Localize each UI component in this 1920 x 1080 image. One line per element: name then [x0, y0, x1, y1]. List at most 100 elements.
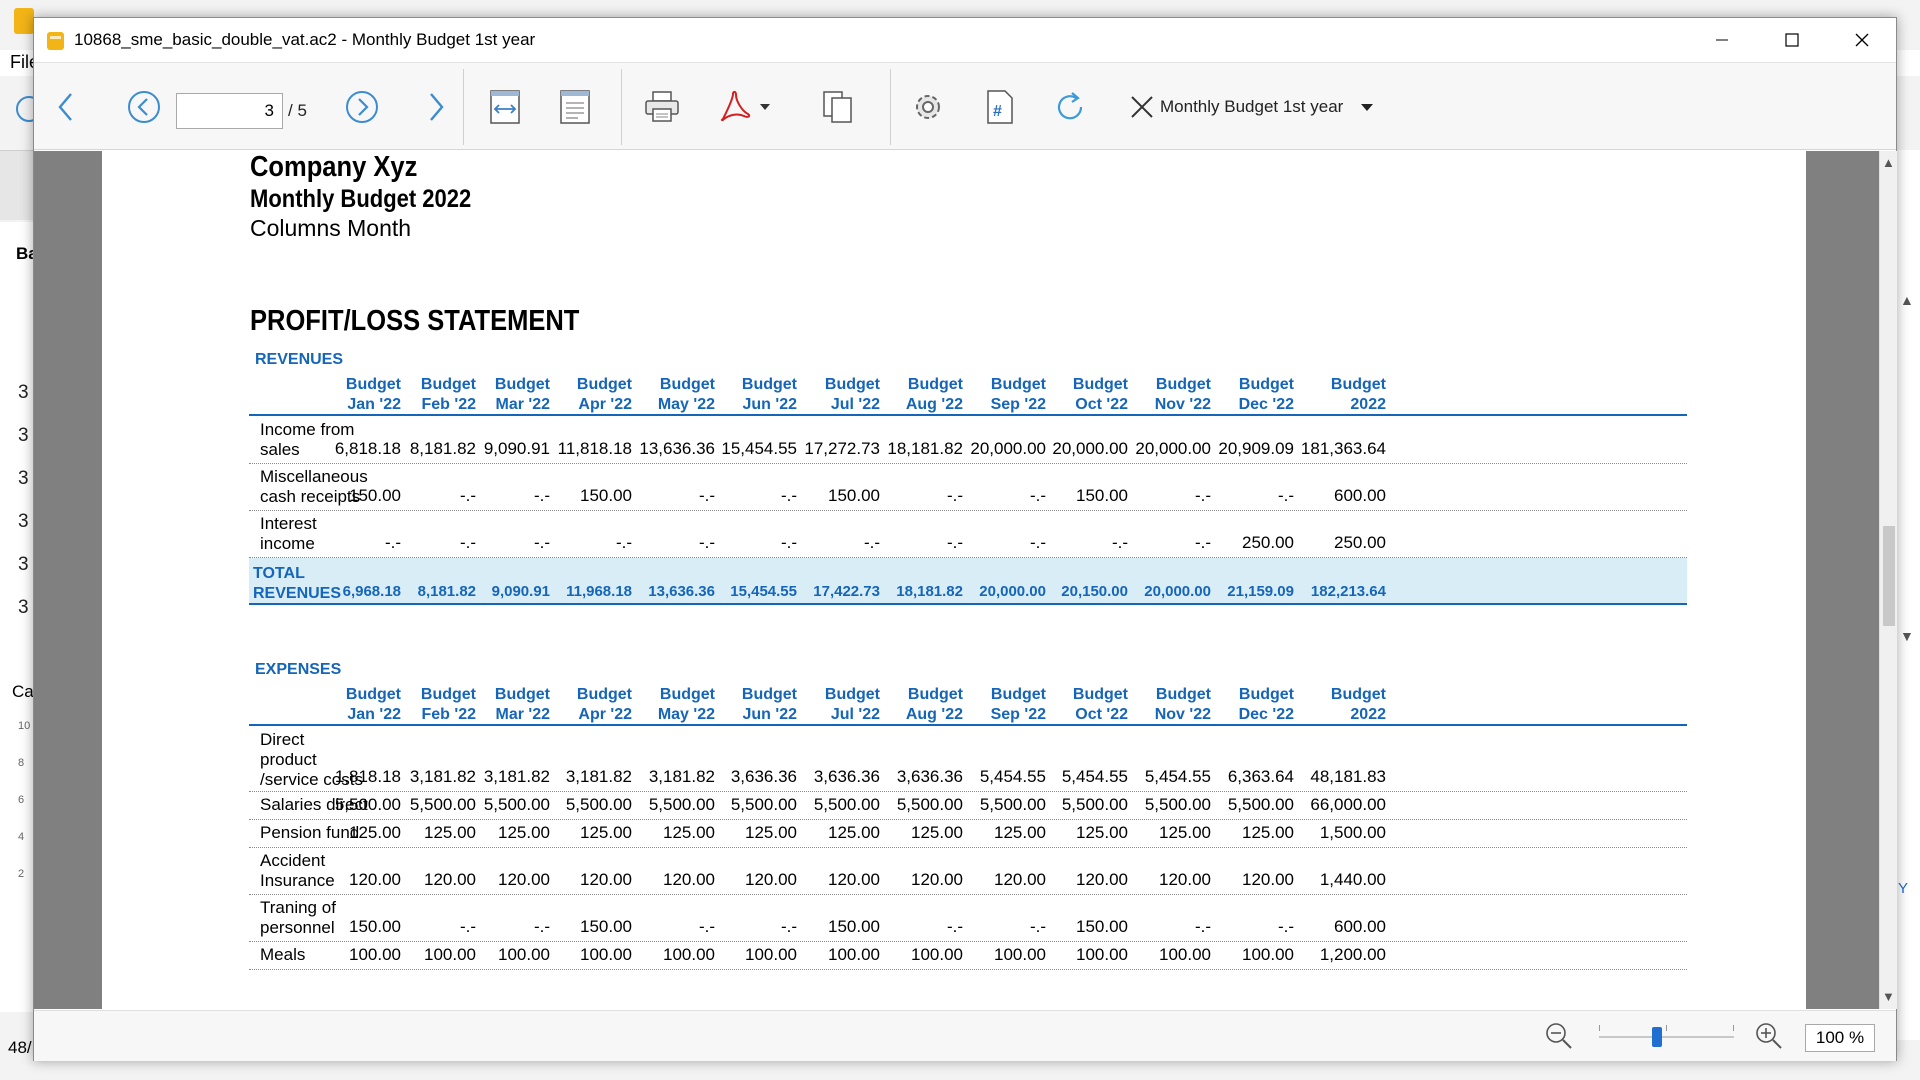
- copy-button[interactable]: [810, 79, 866, 135]
- column-header: Budget Oct '22: [1042, 375, 1128, 415]
- window-title: 10868_sme_basic_double_vat.ac2 - Monthly…: [74, 30, 536, 49]
- row-label-line: Income from: [260, 420, 355, 439]
- column-header-line: Dec '22: [1238, 706, 1294, 723]
- column-header-line: Budget: [1155, 376, 1211, 393]
- column-header: Budget Dec '22: [1208, 375, 1294, 415]
- row-label-line: Traning of: [260, 898, 336, 917]
- minimize-icon: [1716, 39, 1728, 41]
- section-label-revenues: REVENUES: [255, 351, 344, 368]
- zoom-out-button[interactable]: [1544, 1021, 1574, 1056]
- row-label-line: Direct: [260, 730, 305, 749]
- column-header: Budget Sep '22: [960, 685, 1046, 725]
- column-header-line: Mar '22: [495, 396, 551, 413]
- value-cell: 66,000.00: [1310, 795, 1386, 814]
- last-page-button[interactable]: [414, 79, 458, 135]
- maximize-button[interactable]: [1756, 18, 1828, 62]
- column-header: Budget May '22: [629, 375, 715, 415]
- column-header-line: Sep '22: [990, 706, 1046, 723]
- background-row-number: 3: [18, 511, 29, 532]
- background-chart-tick: 4: [18, 831, 25, 843]
- value-cell: 600.00: [1334, 917, 1386, 936]
- column-header-line: Apr '22: [578, 706, 632, 723]
- report-subtitle: Columns Month: [250, 215, 412, 241]
- minimize-button[interactable]: [1686, 18, 1758, 62]
- fit-width-button[interactable]: [480, 79, 530, 135]
- column-header-line: Budget: [1072, 376, 1128, 393]
- column-header: Budget Jun '22: [711, 375, 797, 415]
- background-row-number: 3: [18, 468, 29, 489]
- row-label-line: Interest: [260, 514, 317, 533]
- zoom-value-input[interactable]: 100 %: [1805, 1024, 1875, 1052]
- row-divider: [249, 510, 1687, 511]
- column-header: Budget Nov '22: [1125, 685, 1211, 725]
- fit-page-button[interactable]: [550, 79, 600, 135]
- column-header: Budget Nov '22: [1125, 375, 1211, 415]
- chevron-down-icon: [1361, 103, 1374, 111]
- column-header-line: Budget: [1155, 686, 1211, 703]
- preview-toolbar: 3 / 5 # Monthly Budget 1st year: [34, 62, 1896, 150]
- background-status-text: 48/: [8, 1038, 32, 1057]
- next-page-button[interactable]: [334, 79, 390, 135]
- total-value-cell: 182,213.64: [1310, 583, 1386, 600]
- circle-left-icon: [128, 91, 160, 123]
- report-select-value: Monthly Budget 1st year: [1160, 97, 1344, 116]
- first-page-button[interactable]: [44, 79, 88, 135]
- zoom-slider-thumb[interactable]: [1651, 1027, 1662, 1047]
- refresh-button[interactable]: [1042, 79, 1098, 135]
- company-name: Company Xyz: [250, 151, 418, 183]
- column-header-line: Budget: [494, 686, 550, 703]
- column-header-line: Jun '22: [742, 396, 798, 413]
- page-total: / 5: [288, 101, 307, 120]
- background-panel-label-2: Ca: [12, 682, 34, 701]
- column-header: Budget Aug '22: [877, 685, 963, 725]
- document-viewport[interactable]: Company Xyz Monthly Budget 2022 Columns …: [34, 151, 1879, 1009]
- column-header: Budget 2022: [1300, 685, 1386, 725]
- vertical-scrollbar[interactable]: ▲ ▼: [1879, 151, 1897, 1009]
- value-cell: 1,200.00: [1319, 945, 1386, 964]
- scroll-down-icon[interactable]: ▼: [1882, 989, 1895, 1004]
- statement-title: PROFIT/LOSS STATEMENT: [250, 305, 580, 337]
- copy-pages-icon: [823, 91, 852, 123]
- value-cell: 600.00: [1334, 486, 1386, 505]
- fit-page-icon: [560, 90, 590, 124]
- column-header: Budget Apr '22: [546, 375, 632, 415]
- header-rule: [249, 724, 1687, 726]
- background-panel: [0, 222, 34, 1012]
- scrollbar-thumb[interactable]: [1883, 526, 1895, 626]
- print-button[interactable]: [634, 79, 690, 135]
- background-scroll-up-icon[interactable]: ▲: [1900, 292, 1914, 308]
- report-page: Company Xyz Monthly Budget 2022 Columns …: [102, 151, 1806, 1009]
- gear-icon: [916, 95, 940, 119]
- column-header-line: Budget: [1238, 376, 1294, 393]
- zoom-in-icon: [1756, 1023, 1782, 1049]
- export-pdf-button[interactable]: [704, 79, 784, 135]
- column-header-line: Budget: [576, 686, 632, 703]
- column-header: Budget Jun '22: [711, 685, 797, 725]
- column-header-line: Jul '22: [830, 396, 880, 413]
- column-header: Budget Dec '22: [1208, 685, 1294, 725]
- scroll-up-icon[interactable]: ▲: [1882, 155, 1895, 170]
- column-header: Budget Oct '22: [1042, 685, 1128, 725]
- column-header-line: May '22: [657, 706, 715, 723]
- page-numbering-button[interactable]: #: [972, 79, 1028, 135]
- settings-button[interactable]: [900, 79, 956, 135]
- zoom-slider-track[interactable]: [1599, 1036, 1734, 1038]
- zoom-out-icon: [1546, 1023, 1572, 1049]
- column-header: Budget Mar '22: [464, 375, 550, 415]
- page-number-input[interactable]: 3: [176, 93, 283, 129]
- banana-app-icon: [47, 32, 64, 50]
- hash-page-icon: #: [987, 90, 1013, 124]
- value-cell: 1,440.00: [1319, 870, 1386, 889]
- column-header: Budget May '22: [629, 685, 715, 725]
- report-select[interactable]: Monthly Budget 1st year: [1160, 97, 1374, 117]
- background-scroll-down-icon[interactable]: ▼: [1900, 628, 1914, 644]
- column-header-line: Budget: [741, 686, 797, 703]
- zoom-in-button[interactable]: [1754, 1021, 1784, 1056]
- print-preview-window: 10868_sme_basic_double_vat.ac2 - Monthly…: [33, 17, 1897, 1061]
- zoom-tick: [1599, 1025, 1600, 1031]
- row-divider: [249, 463, 1687, 464]
- header-rule: [249, 414, 1687, 416]
- close-window-button[interactable]: [1826, 18, 1898, 62]
- previous-page-button[interactable]: [116, 79, 172, 135]
- value-cell: 48,181.83: [1310, 767, 1386, 786]
